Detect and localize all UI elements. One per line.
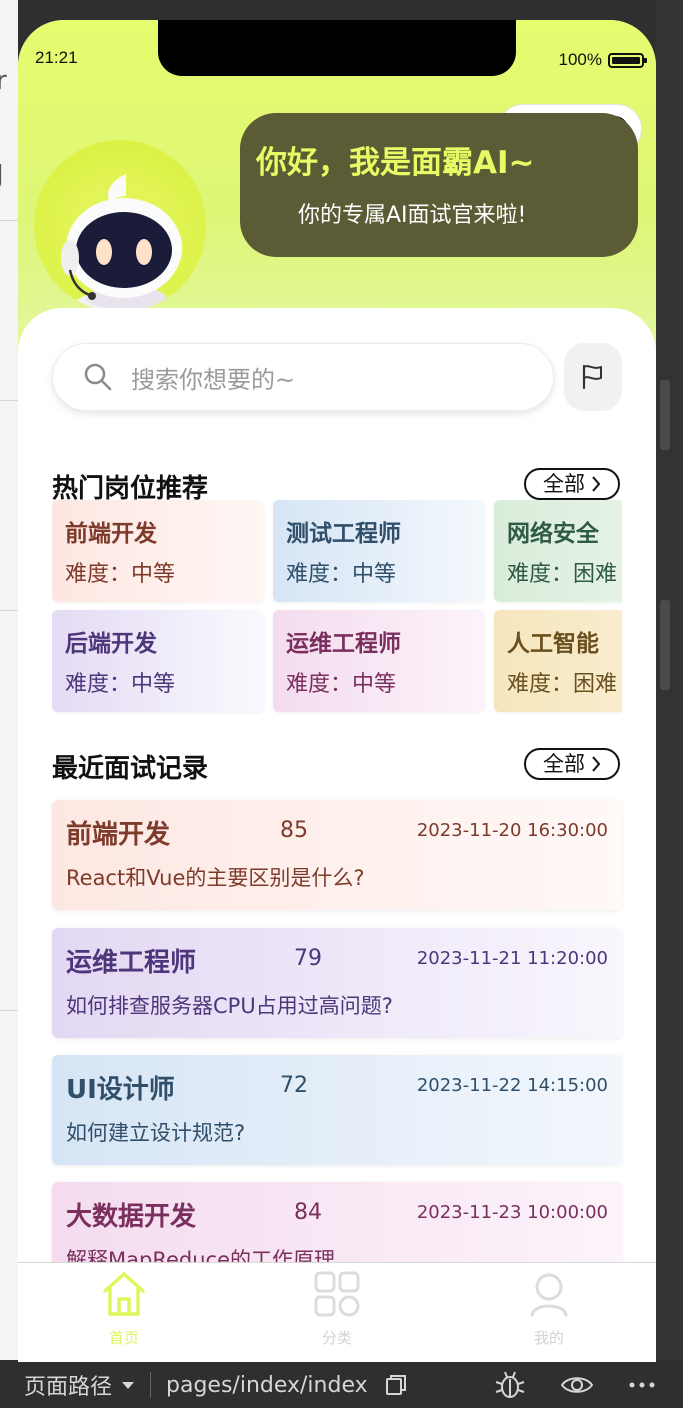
chevron-right-icon [592,756,601,772]
clipped-text-fragment: r [0,66,7,96]
job-card[interactable]: 运维工程师 难度：中等 [273,610,485,712]
status-battery: 100% [558,50,647,70]
job-card[interactable]: 网络安全 难度：困难 [494,500,622,602]
record-date: 2023-11-20 16:30:00 [416,820,608,841]
tab-label: 分类 [321,1329,352,1347]
record-job: UI设计师 [66,1075,175,1105]
job-title: 运维工程师 [286,631,401,657]
job-difficulty: 难度：困难 [507,562,618,587]
battery-percent: 100% [558,50,602,69]
category-icon [314,1271,360,1317]
tab-profile[interactable]: 我的 [509,1269,589,1349]
ide-right-panel [656,0,683,1360]
phone-simulator: 21:21 100% 你好，我是面霸AI~ 你的专属AI面试官来啦! 搜索你想要… [18,20,656,1380]
record-date: 2023-11-23 10:00:00 [416,1202,608,1223]
record-card[interactable]: UI设计师 72 2023-11-22 14:15:00 如何建立设计规范? [52,1055,622,1165]
chevron-right-icon [592,476,601,492]
search-input[interactable]: 搜索你想要的~ [52,343,554,411]
job-difficulty: 难度：中等 [65,672,176,697]
scrollbar[interactable] [660,380,670,450]
job-title: 测试工程师 [286,521,401,547]
bug-icon[interactable] [494,1370,526,1400]
record-card[interactable]: 运维工程师 79 2023-11-21 11:20:00 如何排查服务器CPU占… [52,928,622,1038]
job-title: 前端开发 [65,521,157,547]
job-difficulty: 难度：困难 [507,672,618,697]
flag-button[interactable] [564,343,622,411]
more-icon[interactable] [627,1373,657,1397]
flag-icon [582,364,602,390]
scrollbar[interactable] [660,600,670,690]
job-difficulty: 难度：中等 [286,672,397,697]
job-card[interactable]: 测试工程师 难度：中等 [273,500,485,602]
record-date: 2023-11-22 14:15:00 [416,1075,608,1096]
search-icon [84,363,112,391]
job-card[interactable]: 前端开发 难度：中等 [52,500,264,602]
record-score: 85 [280,818,308,843]
job-difficulty: 难度：中等 [65,562,176,587]
record-job: 前端开发 [66,820,171,850]
hot-jobs-grid: 前端开发 难度：中等 测试工程师 难度：中等 网络安全 难度：困难 后端开发 难… [52,500,622,716]
records-title: 最近面试记录 [52,754,209,784]
all-label: 全部 [543,751,585,776]
tab-label: 首页 [108,1329,139,1347]
search-placeholder: 搜索你想要的~ [131,365,296,394]
job-title: 人工智能 [507,631,599,657]
record-score: 84 [294,1200,322,1225]
status-time: 21:21 [35,48,78,67]
tab-label: 我的 [533,1329,564,1347]
page-path-label[interactable]: 页面路径 [24,1369,112,1401]
robot-avatar [34,140,206,312]
hot-jobs-all-button[interactable]: 全部 [524,468,620,500]
record-card[interactable]: 前端开发 85 2023-11-20 16:30:00 React和Vue的主要… [52,800,622,910]
record-score: 79 [294,946,322,971]
greeting-subtitle: 你的专属AI面试官来啦! [298,203,527,228]
clipped-text-fragment: J [0,160,4,190]
copy-icon[interactable] [384,1373,408,1397]
greeting-bubble: 你好，我是面霸AI~ 你的专属AI面试官来啦! [240,113,638,257]
record-question: 如何排查服务器CPU占用过高问题? [66,994,393,1018]
all-label: 全部 [543,471,585,496]
eye-icon[interactable] [560,1373,594,1397]
robot-icon [61,174,182,312]
job-title: 后端开发 [65,631,157,657]
record-score: 72 [280,1073,308,1098]
record-question: 如何建立设计规范? [66,1121,246,1145]
record-job: 大数据开发 [66,1202,197,1232]
tab-category[interactable]: 分类 [297,1269,377,1349]
ide-left-panel: r J [0,0,18,1360]
battery-icon [608,52,647,68]
record-question: React和Vue的主要区别是什么? [66,866,365,890]
user-icon [530,1273,568,1317]
job-card[interactable]: 后端开发 难度：中等 [52,610,264,712]
main-card: 搜索你想要的~ 热门岗位推荐 全部 前端开发 难度：中等 测试工程师 难度：中等… [18,308,656,1380]
page-path-value: pages/index/index [166,1372,368,1398]
greeting-title: 你好，我是面霸AI~ [256,145,535,181]
dropdown-caret-icon[interactable] [122,1381,135,1389]
record-date: 2023-11-21 11:20:00 [416,948,608,969]
job-card[interactable]: 人工智能 难度：困难 [494,610,622,712]
phone-notch [158,20,516,76]
records-all-button[interactable]: 全部 [524,748,620,780]
ide-footer: 页面路径 pages/index/index [0,1362,683,1408]
job-difficulty: 难度：中等 [286,562,397,587]
record-job: 运维工程师 [66,948,197,978]
job-title: 网络安全 [507,521,599,547]
tab-home[interactable]: 首页 [84,1269,164,1349]
home-icon [103,1272,145,1316]
